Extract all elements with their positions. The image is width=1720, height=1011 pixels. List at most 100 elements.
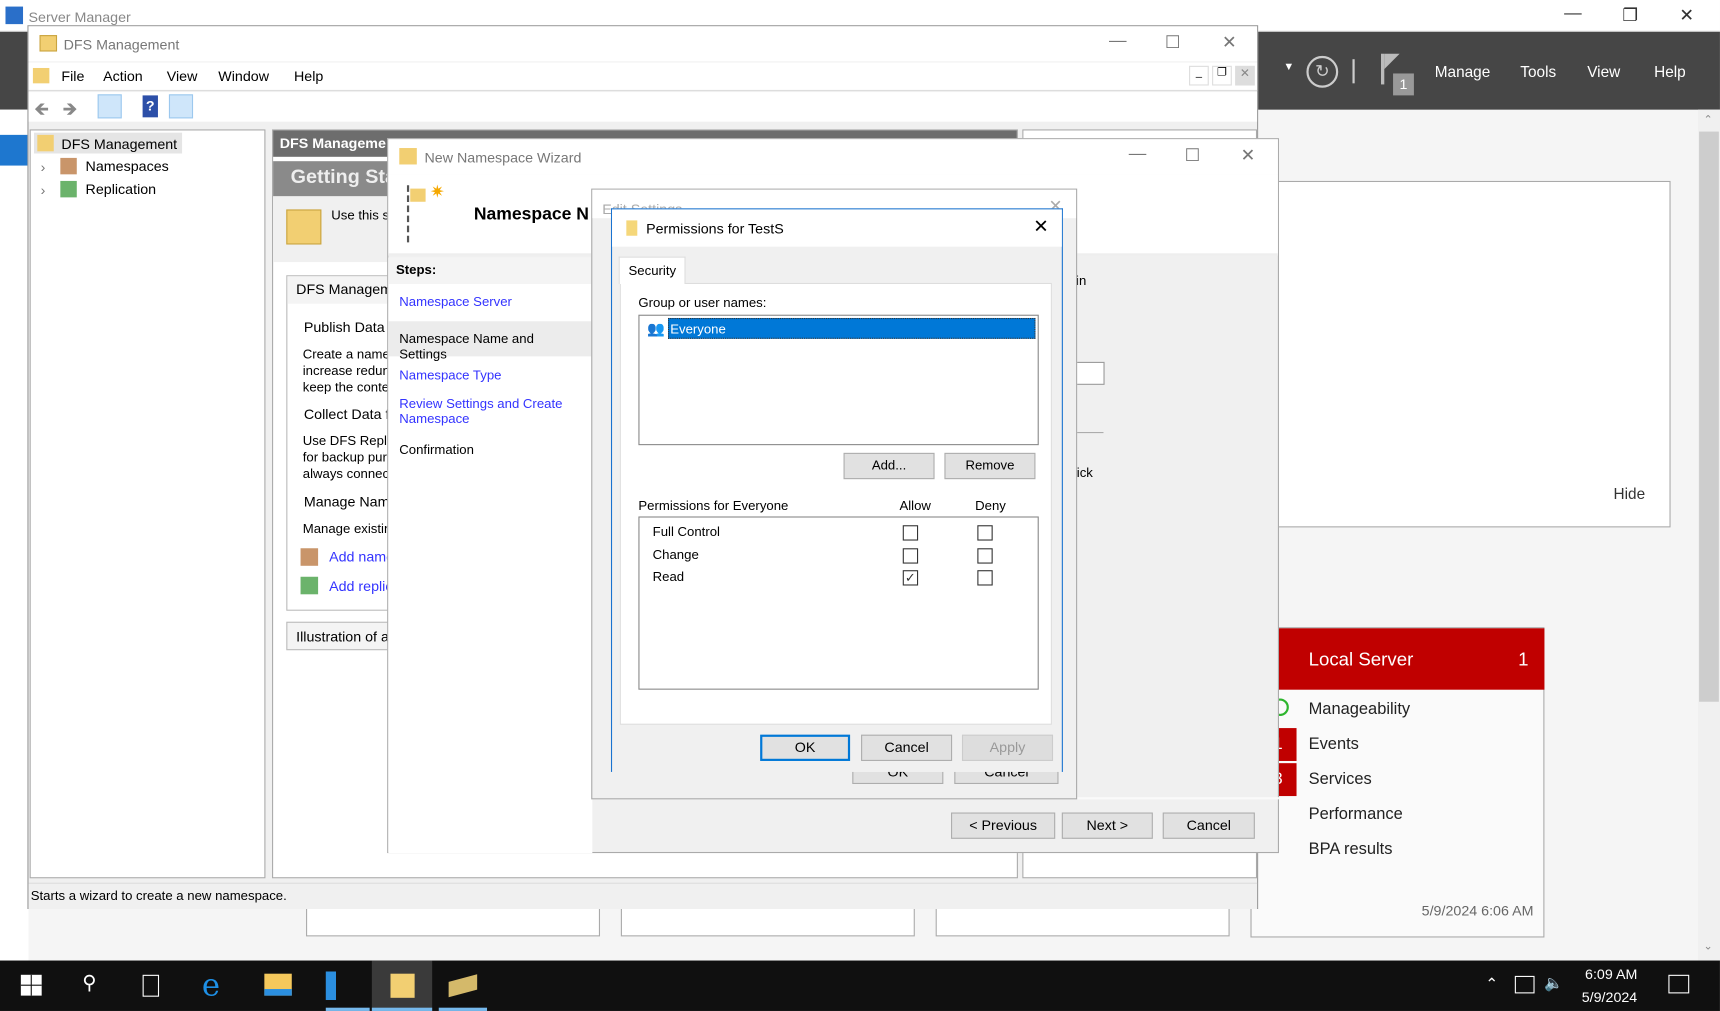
wizard-minimize-button[interactable]: —: [1129, 145, 1147, 165]
add-namespace-link[interactable]: Add name: [329, 548, 394, 564]
menu-tools[interactable]: Tools: [1520, 63, 1556, 81]
add-replication-link[interactable]: Add replic: [329, 578, 392, 594]
close-button[interactable]: ✕: [1679, 4, 1694, 26]
menu-action[interactable]: Action: [103, 68, 143, 84]
expand-icon[interactable]: ›: [41, 159, 46, 175]
menu-help[interactable]: Help: [1654, 63, 1686, 81]
wizard-cancel-button[interactable]: Cancel: [1162, 812, 1255, 839]
intro-text: Use this s: [331, 207, 390, 223]
scroll-thumb[interactable]: [1699, 131, 1719, 702]
row-performance[interactable]: Performance: [1309, 805, 1403, 824]
scroll-up-icon[interactable]: ⌃: [1703, 114, 1712, 126]
permissions-titlebar: Permissions for TestS ✕: [612, 209, 1062, 247]
step-review-settings[interactable]: Review Settings and Create Namespace: [399, 396, 580, 427]
running-indicator: [371, 1007, 433, 1011]
allow-checkbox[interactable]: [902, 547, 919, 564]
step-namespace-type[interactable]: Namespace Type: [399, 367, 501, 382]
dfs-maximize-button[interactable]: ☐: [1165, 32, 1181, 54]
show-hide-tree-icon[interactable]: [97, 94, 122, 119]
cancel-button[interactable]: Cancel: [861, 734, 953, 761]
local-server-header[interactable]: Local Server 1: [1251, 628, 1545, 690]
allow-checkbox[interactable]: [902, 525, 919, 541]
menu-window[interactable]: Window: [218, 68, 269, 84]
dfs-toolbar: 🡸 🡺 ?: [28, 92, 1258, 122]
dropdown-icon[interactable]: ▼: [1283, 61, 1294, 73]
next-button[interactable]: Next >: [1061, 812, 1153, 839]
clock-time[interactable]: 6:09 AM: [1585, 966, 1637, 982]
dfs-minimize-button[interactable]: —: [1109, 32, 1127, 52]
menu-file[interactable]: File: [61, 68, 84, 84]
refresh-icon[interactable]: ↻: [1306, 55, 1339, 88]
wizard-maximize-button[interactable]: ☐: [1185, 145, 1201, 167]
star-icon: ✷: [429, 183, 445, 202]
permissions-for-label: Permissions for Everyone: [638, 497, 789, 514]
mdi-close-button[interactable]: ✕: [1235, 65, 1255, 86]
step-namespace-name-and-settings[interactable]: Namespace Name and Settings: [388, 321, 593, 362]
show-hidden-icons[interactable]: ⌃: [1485, 975, 1498, 994]
tree-item-namespaces[interactable]: Namespaces: [86, 158, 169, 174]
security-tab-panel: Group or user names: 👥 Everyone Add... R…: [619, 282, 1052, 725]
item-text: Create a name: [302, 346, 390, 362]
steps-pane: Steps: Namespace Server Namespace Name a…: [388, 257, 593, 854]
row-events[interactable]: Events: [1309, 735, 1359, 754]
ok-button[interactable]: OK: [760, 734, 851, 761]
menu-help[interactable]: Help: [294, 68, 323, 84]
expand-icon[interactable]: ›: [41, 182, 46, 198]
tree-item-replication[interactable]: Replication: [86, 181, 157, 197]
internet-explorer-icon[interactable]: e: [202, 967, 220, 1003]
deny-checkbox[interactable]: [977, 525, 993, 541]
server-manager-title: Server Manager: [28, 8, 131, 26]
permissions-close-button[interactable]: ✕: [1033, 216, 1049, 238]
back-icon[interactable]: 🡸: [34, 95, 49, 127]
deny-checkbox[interactable]: [977, 570, 993, 586]
task-view-icon[interactable]: [142, 974, 160, 997]
restore-button[interactable]: ❐: [1622, 4, 1638, 26]
hide-link[interactable]: Hide: [1614, 485, 1646, 503]
wizard-title: New Namespace Wizard: [424, 149, 582, 166]
dfs-close-button[interactable]: ✕: [1222, 32, 1237, 54]
volume-muted-icon[interactable]: 🔈: [1544, 974, 1563, 993]
mdi-restore-button[interactable]: ❐: [1212, 65, 1232, 86]
add-button[interactable]: Add...: [843, 452, 935, 480]
user-list[interactable]: 👥 Everyone: [638, 314, 1039, 446]
step-namespace-server[interactable]: Namespace Server: [399, 294, 512, 309]
scroll-down-icon[interactable]: ⌄: [1703, 941, 1712, 953]
minimize-button[interactable]: —: [1564, 4, 1582, 24]
dfs-icon: [37, 134, 54, 152]
permissions-list: Full Control Change Read ✓: [638, 516, 1039, 690]
start-button[interactable]: [20, 974, 42, 996]
dfs-replication-taskbar-icon[interactable]: [448, 974, 478, 998]
dfs-taskbar-button[interactable]: [371, 960, 433, 1011]
apply-button[interactable]: Apply: [961, 734, 1054, 761]
nav-dashboard[interactable]: [0, 134, 29, 166]
menu-view[interactable]: View: [1587, 63, 1620, 81]
show-hide-action-pane-icon[interactable]: [168, 94, 194, 119]
file-explorer-icon[interactable]: [264, 973, 292, 996]
action-center-icon[interactable]: [1668, 974, 1690, 994]
tab-security[interactable]: Security: [618, 256, 686, 284]
deny-checkbox[interactable]: [977, 547, 993, 564]
remove-button[interactable]: Remove: [944, 452, 1036, 480]
menu-view[interactable]: View: [167, 68, 198, 84]
server-manager-taskbar-icon[interactable]: [325, 971, 355, 1001]
clock-date[interactable]: 5/9/2024: [1582, 989, 1638, 1005]
row-bpa-results[interactable]: BPA results: [1309, 840, 1393, 859]
step-confirmation: Confirmation: [399, 441, 474, 458]
menu-manage[interactable]: Manage: [1435, 63, 1490, 81]
scrollbar[interactable]: ⌃ ⌄: [1698, 109, 1720, 961]
allow-checkbox[interactable]: ✓: [902, 570, 919, 586]
row-services[interactable]: Services: [1309, 770, 1372, 789]
wizard-close-button[interactable]: ✕: [1241, 145, 1256, 167]
forward-icon[interactable]: 🡺: [63, 95, 78, 127]
search-icon[interactable]: ⚲: [82, 971, 96, 994]
local-server-tile[interactable]: Local Server 1 Manageability 1 Events 3 …: [1250, 627, 1545, 938]
network-warning-icon[interactable]: [1514, 975, 1535, 994]
row-manageability[interactable]: Manageability: [1309, 700, 1411, 719]
previous-button[interactable]: < Previous: [951, 812, 1056, 839]
user-list-item[interactable]: 👥 Everyone: [642, 317, 1037, 340]
permission-name: Change: [652, 546, 699, 562]
help-icon[interactable]: ?: [142, 95, 158, 118]
mdi-minimize-button[interactable]: _: [1189, 65, 1209, 86]
permission-name: Full Control: [652, 524, 720, 540]
tree-item-dfs-management[interactable]: DFS Management: [34, 132, 183, 154]
